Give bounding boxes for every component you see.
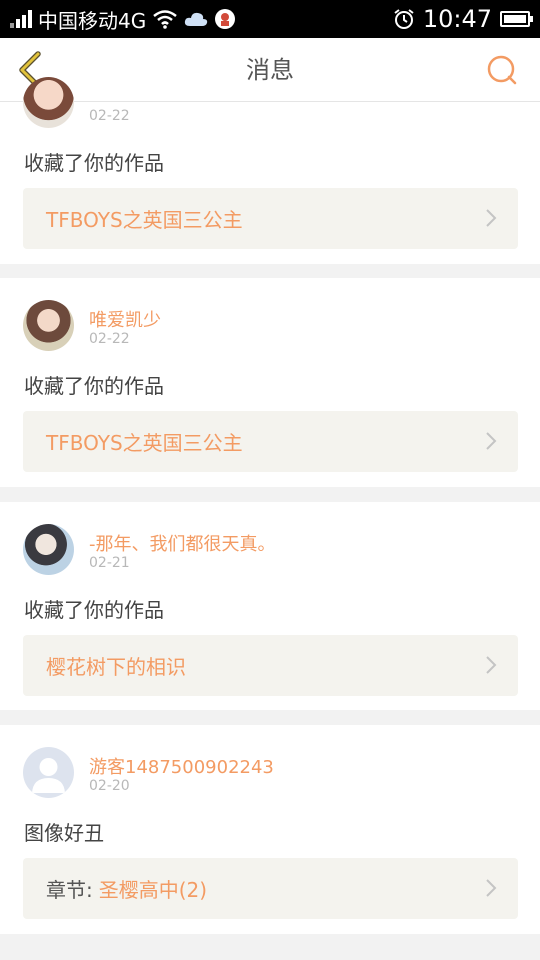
cloud-icon bbox=[185, 12, 208, 26]
avatar[interactable] bbox=[23, 77, 74, 128]
message-text: 收藏了你的作品 bbox=[24, 598, 164, 622]
message-date: 02-20 bbox=[89, 778, 130, 794]
default-avatar-icon bbox=[32, 758, 65, 793]
signal-icon bbox=[10, 10, 32, 28]
user-name[interactable]: 唯爱凯少 bbox=[89, 306, 161, 332]
message-date: 02-22 bbox=[89, 331, 130, 347]
top-nav-bar: 消息 bbox=[0, 38, 540, 102]
message-date: 02-22 bbox=[89, 108, 130, 124]
work-link[interactable]: TFBOYS之英国三公主 bbox=[23, 411, 518, 472]
chevron-right-icon bbox=[486, 656, 497, 674]
chapter-link[interactable]: 章节: 圣樱高中(2) bbox=[23, 858, 518, 919]
user-name[interactable]: -那年、我们都很天真。 bbox=[89, 530, 276, 556]
avatar[interactable] bbox=[23, 524, 74, 575]
status-bar: 中国移动4G 10:47 bbox=[0, 0, 540, 38]
message-text: 图像好丑 bbox=[24, 821, 104, 845]
message-date: 02-21 bbox=[89, 555, 130, 571]
alarm-icon bbox=[394, 9, 414, 29]
chapter-title: 圣樱高中(2) bbox=[98, 878, 208, 902]
carrier-label: 中国移动4G bbox=[38, 8, 147, 33]
search-icon[interactable] bbox=[484, 52, 520, 88]
wifi-icon bbox=[153, 10, 178, 29]
work-link[interactable]: 樱花树下的相识 bbox=[23, 635, 518, 696]
app-notification-icon bbox=[215, 9, 236, 29]
message-text: 收藏了你的作品 bbox=[24, 151, 164, 175]
page-title: 消息 bbox=[246, 56, 294, 84]
message-text: 收藏了你的作品 bbox=[24, 374, 164, 398]
work-link[interactable]: TFBOYS之英国三公主 bbox=[23, 188, 518, 249]
clock-time: 10:47 bbox=[422, 5, 492, 33]
message-card: 游客1487500902243 02-20 图像好丑 章节: 圣樱高中(2) bbox=[0, 725, 540, 934]
message-card: 唯爱凯少 02-22 收藏了你的作品 TFBOYS之英国三公主 bbox=[0, 278, 540, 487]
chevron-right-icon bbox=[486, 432, 497, 450]
message-card: -那年、我们都很天真。 02-21 收藏了你的作品 樱花树下的相识 bbox=[0, 502, 540, 710]
chapter-prefix: 章节: bbox=[46, 878, 93, 902]
avatar[interactable] bbox=[23, 747, 74, 798]
user-name[interactable]: 游客1487500902243 bbox=[89, 753, 274, 779]
message-list: 02-22 收藏了你的作品 TFBOYS之英国三公主 唯爱凯少 02-22 收藏… bbox=[0, 77, 540, 934]
chevron-right-icon bbox=[486, 209, 497, 227]
work-title: 樱花树下的相识 bbox=[46, 655, 186, 679]
message-card: 02-22 收藏了你的作品 TFBOYS之英国三公主 bbox=[0, 77, 540, 264]
chevron-right-icon bbox=[486, 879, 497, 897]
avatar[interactable] bbox=[23, 300, 74, 351]
work-title: TFBOYS之英国三公主 bbox=[46, 431, 243, 455]
work-title: TFBOYS之英国三公主 bbox=[46, 208, 243, 232]
battery-icon bbox=[500, 11, 533, 27]
